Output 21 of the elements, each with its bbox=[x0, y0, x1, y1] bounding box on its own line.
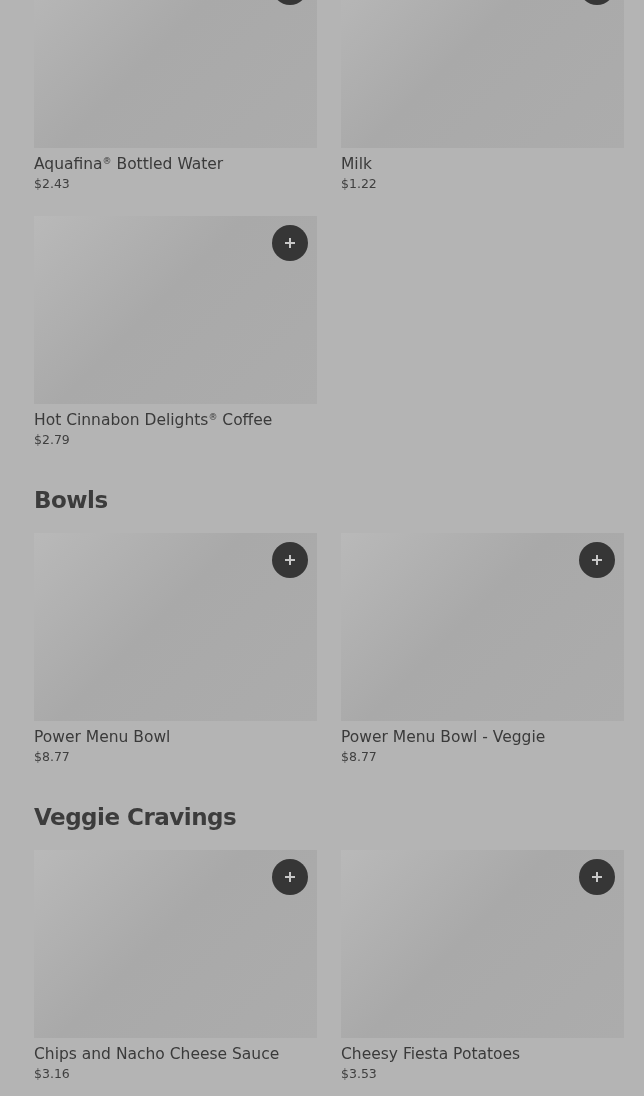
item-price: $1.22 bbox=[341, 175, 378, 193]
plus-icon bbox=[284, 871, 296, 883]
plus-icon bbox=[284, 237, 296, 249]
section-heading: Veggie Cravings bbox=[34, 803, 238, 832]
item-name: Power Menu Bowl bbox=[34, 727, 172, 748]
item-price: $8.77 bbox=[341, 748, 378, 766]
item-price: $3.53 bbox=[341, 1065, 378, 1083]
item-name: Hot Cinnabon Delights$^{®}$ Coffee bbox=[34, 410, 274, 431]
item-price: $3.16 bbox=[34, 1065, 71, 1083]
item-name: Milk bbox=[341, 154, 373, 175]
item-name: Chips and Nacho Cheese Sauce bbox=[34, 1044, 281, 1065]
item-name: Power Menu Bowl - Veggie bbox=[341, 727, 547, 748]
item-price: $2.79 bbox=[34, 431, 71, 449]
item-price: $8.77 bbox=[34, 748, 71, 766]
plus-icon bbox=[591, 871, 603, 883]
item-price: $2.43 bbox=[34, 175, 71, 193]
item-name: Aquafina$^{®}$ Bottled Water bbox=[34, 154, 225, 175]
section-heading: Bowls bbox=[34, 486, 109, 515]
plus-icon bbox=[591, 554, 603, 566]
plus-icon bbox=[284, 554, 296, 566]
item-name: Cheesy Fiesta Potatoes bbox=[341, 1044, 522, 1065]
